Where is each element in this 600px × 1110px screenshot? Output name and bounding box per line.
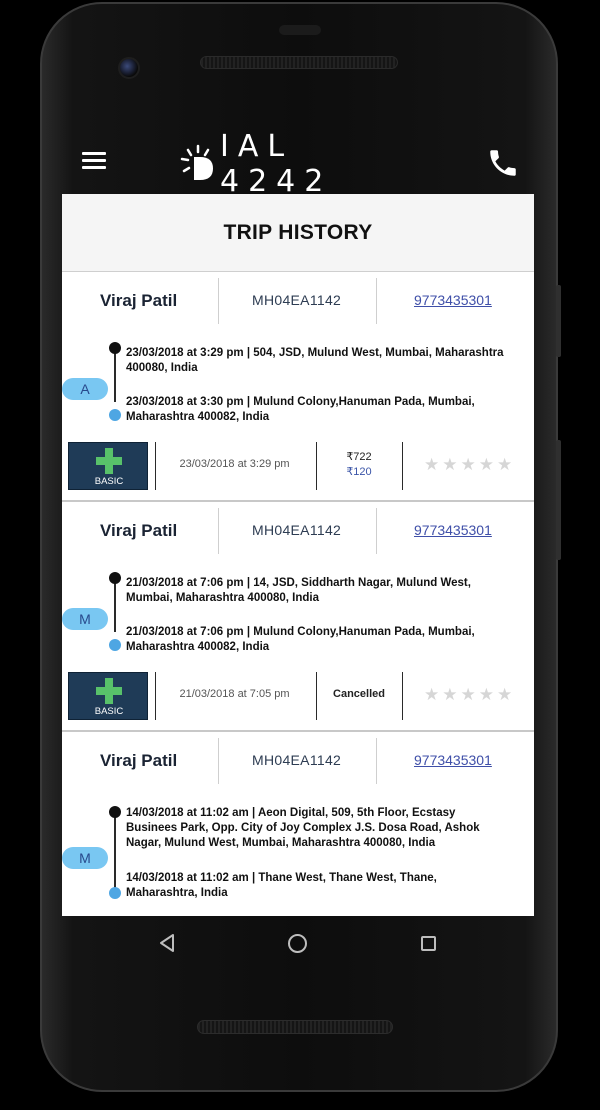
title-bar: TRIP HISTORY (62, 194, 534, 272)
drop-address: 23/03/2018 at 3:30 pm | Mulund Colony,Ha… (126, 396, 475, 423)
divider (376, 738, 377, 784)
star-icon[interactable]: ★ (461, 455, 476, 475)
booked-time: 21/03/2018 at 7:05 pm (179, 688, 290, 700)
phone-icon[interactable] (486, 146, 520, 180)
app-logo: IAL 4242 (180, 129, 420, 199)
app-screen: TRIP HISTORY Viraj Patil MH04EA1142 9773… (62, 194, 534, 916)
booked-time: 23/03/2018 at 3:29 pm (179, 458, 290, 470)
trip-card[interactable]: Viraj Patil MH04EA1142 9773435301 M 14/0… (62, 732, 534, 916)
divider (402, 442, 403, 490)
earpiece-speaker (200, 56, 398, 69)
trip-type-badge: M (62, 847, 108, 869)
bottom-speaker (197, 1020, 393, 1034)
vehicle-number: MH04EA1142 (252, 292, 342, 308)
driver-phone-link[interactable]: 9773435301 (414, 752, 492, 768)
vehicle-number: MH04EA1142 (252, 752, 342, 768)
divider (218, 508, 219, 554)
trip-header: Viraj Patil MH04EA1142 9773435301 (62, 272, 534, 330)
pickup-address: 14/03/2018 at 11:02 am | Aeon Digital, 5… (126, 807, 480, 849)
vehicle-number: MH04EA1142 (252, 522, 342, 538)
divider (155, 672, 156, 720)
trip-card[interactable]: Viraj Patil MH04EA1142 9773435301 M 21/0… (62, 502, 534, 732)
divider (316, 442, 317, 490)
star-icon[interactable]: ★ (497, 685, 512, 705)
star-icon[interactable]: ★ (479, 685, 494, 705)
logo-text: IAL 4242 (220, 129, 333, 199)
volume-button (556, 440, 561, 560)
star-icon[interactable]: ★ (424, 685, 439, 705)
logo-bulb-icon (180, 144, 218, 184)
driver-name: Viraj Patil (100, 521, 178, 540)
driver-phone-link[interactable]: 9773435301 (414, 292, 492, 308)
divider (316, 672, 317, 720)
recent-square-icon[interactable] (421, 936, 436, 951)
trip-type-badge: A (62, 378, 108, 400)
pickup-address: 21/03/2018 at 7:06 pm | 14, JSD, Siddhar… (126, 577, 471, 604)
proximity-sensor (279, 25, 321, 35)
page-title: TRIP HISTORY (223, 220, 373, 244)
rating-stars[interactable]: ★ ★ ★ ★ ★ (424, 685, 512, 705)
medical-cross-icon (96, 678, 122, 704)
pickup-dot (109, 572, 121, 584)
medical-cross-icon (96, 448, 122, 474)
vehicle-type-tile: BASIC (68, 672, 148, 720)
trip-footer: BASIC 21/03/2018 at 7:05 pm Cancelled ★ … (62, 670, 534, 726)
star-icon[interactable]: ★ (479, 455, 494, 475)
back-triangle-icon[interactable] (158, 933, 176, 953)
fare-info: ₹722 ₹120 (320, 450, 398, 480)
drop-dot (109, 409, 121, 421)
trip-footer: BASIC 23/03/2018 at 3:29 pm ₹722 ₹120 ★ … (62, 440, 534, 496)
trip-header: Viraj Patil MH04EA1142 9773435301 (62, 502, 534, 560)
vehicle-type-tile: BASIC (68, 442, 148, 490)
drop-address: 21/03/2018 at 7:06 pm | Mulund Colony,Ha… (126, 626, 475, 653)
drop-address: 14/03/2018 at 11:02 am | Thane West, Tha… (126, 872, 437, 899)
divider (218, 738, 219, 784)
trip-status: Cancelled (333, 688, 385, 700)
front-camera (118, 57, 140, 79)
driver-phone-link[interactable]: 9773435301 (414, 522, 492, 538)
trip-type-badge: M (62, 608, 108, 630)
home-circle-icon[interactable] (288, 934, 307, 953)
pickup-dot (109, 806, 121, 818)
star-icon[interactable]: ★ (497, 455, 512, 475)
route-line (114, 808, 116, 890)
pickup-dot (109, 342, 121, 354)
pickup-address: 23/03/2018 at 3:29 pm | 504, JSD, Mulund… (126, 347, 504, 374)
trip-route: A 23/03/2018 at 3:29 pm | 504, JSD, Mulu… (62, 330, 534, 440)
vehicle-type-label: BASIC (94, 706, 124, 717)
driver-name: Viraj Patil (100, 751, 178, 770)
trip-route: M 21/03/2018 at 7:06 pm | 14, JSD, Siddh… (62, 560, 534, 670)
divider (218, 278, 219, 324)
drop-dot (109, 639, 121, 651)
star-icon[interactable]: ★ (424, 455, 439, 475)
vehicle-type-label: BASIC (94, 476, 124, 487)
star-icon[interactable]: ★ (442, 455, 457, 475)
menu-icon[interactable] (82, 152, 106, 172)
divider (402, 672, 403, 720)
divider (155, 442, 156, 490)
trip-header: Viraj Patil MH04EA1142 9773435301 (62, 732, 534, 790)
star-icon[interactable]: ★ (442, 685, 457, 705)
power-button (556, 285, 561, 357)
drop-dot (109, 887, 121, 899)
driver-name: Viraj Patil (100, 291, 178, 310)
divider (376, 278, 377, 324)
divider (376, 508, 377, 554)
trip-card[interactable]: Viraj Patil MH04EA1142 9773435301 A 23/0… (62, 272, 534, 502)
fare-paid: ₹120 (346, 466, 372, 478)
rating-stars[interactable]: ★ ★ ★ ★ ★ (424, 455, 512, 475)
fare-total: ₹722 (346, 451, 372, 463)
trip-route: M 14/03/2018 at 11:02 am | Aeon Digital,… (62, 790, 534, 900)
star-icon[interactable]: ★ (461, 685, 476, 705)
